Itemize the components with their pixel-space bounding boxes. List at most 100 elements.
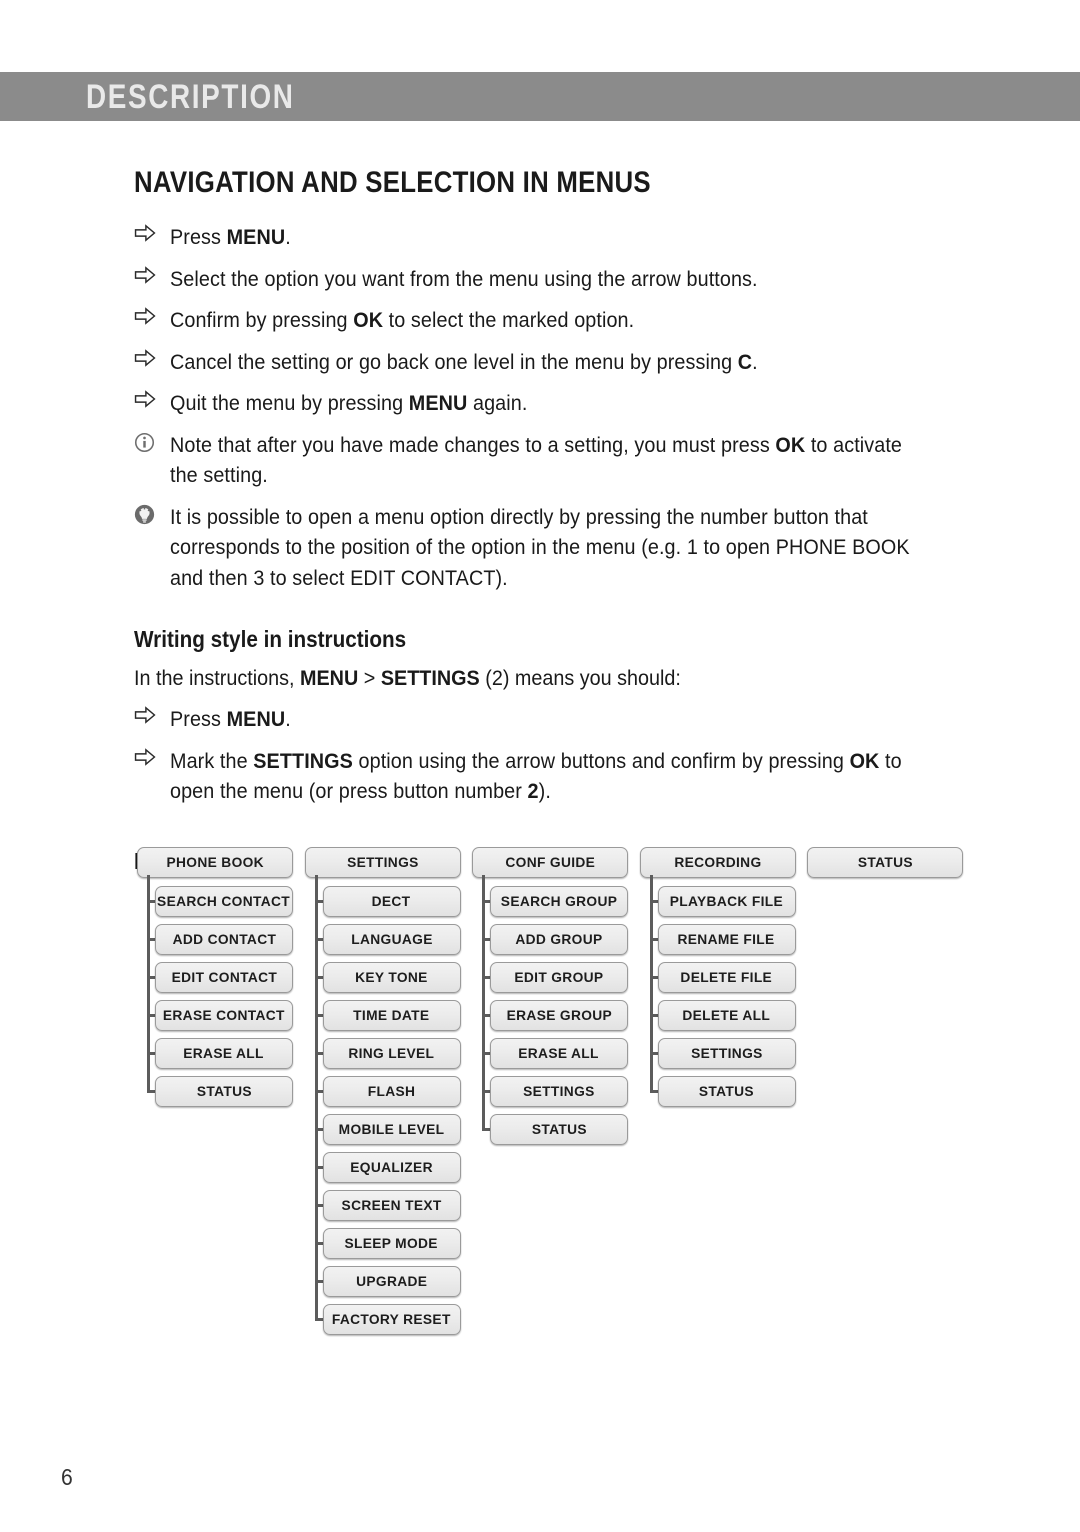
info-icon [134, 432, 155, 452]
menu-tree-child-node[interactable]: ADD CONTACT [155, 924, 293, 955]
menu-tree-child-node[interactable]: ADD GROUP [490, 924, 628, 955]
menu-tree-node-label: LANGUAGE [350, 931, 433, 948]
menu-tree-node-label: SETTINGS [346, 854, 419, 871]
menu-tree-node-label: ERASE ALL [183, 1045, 265, 1062]
tip-icon-wrap [134, 502, 170, 525]
menu-tree-node-label: RECORDING [673, 854, 762, 871]
writing-style-step-item: Mark the SETTINGS option using the arrow… [134, 746, 994, 807]
menu-tree-child-node[interactable]: FACTORY RESET [322, 1304, 461, 1335]
writing-style-heading: Writing style in instructions [134, 626, 407, 653]
writing-style-step-text: Mark the SETTINGS option using the arrow… [170, 748, 902, 804]
menu-tree-child-node[interactable]: EQUALIZER [322, 1152, 461, 1183]
menu-tree-child-node[interactable]: KEY TONE [322, 962, 461, 993]
menu-tree-node-label: CONF GUIDE [505, 854, 595, 871]
menu-tree-node-label: DECT [372, 893, 411, 910]
menu-tree-connector-line [649, 875, 653, 1093]
navigation-step-item: It is possible to open a menu option dir… [134, 502, 994, 594]
menu-tree-node-label: DELETE FILE [680, 969, 773, 986]
menu-tree-child-node[interactable]: RENAME FILE [657, 924, 796, 955]
menu-tree-child-node[interactable]: UPGRADE [322, 1266, 461, 1297]
menu-tree-parent-node[interactable]: PHONE BOOK [137, 847, 293, 878]
menu-tree-node-label: STATUS [698, 1083, 755, 1100]
navigation-step-item: Note that after you have made changes to… [134, 430, 994, 491]
menu-tree-child-node[interactable]: ERASE ALL [155, 1038, 293, 1069]
menu-tree-parent-node[interactable]: RECORDING [639, 847, 796, 878]
menu-tree-child-node[interactable]: DELETE ALL [657, 1000, 796, 1031]
menu-tree-node-label: SLEEP MODE [344, 1235, 439, 1252]
menu-tree-child-node[interactable]: ERASE CONTACT [155, 1000, 293, 1031]
navigation-step-item: Cancel the setting or go back one level … [134, 347, 994, 378]
menu-tree-node-label: EQUALIZER [350, 1159, 433, 1176]
menu-tree-node-label: ADD GROUP [515, 931, 603, 948]
arrow-icon [134, 706, 156, 725]
navigation-step-text: Confirm by pressing OK to select the mar… [170, 308, 635, 333]
arrow-icon-wrap [134, 222, 170, 242]
menu-tree-node-label: PLAYBACK FILE [669, 893, 784, 910]
menu-tree-node-label: SETTINGS [690, 1045, 763, 1062]
tip-icon [134, 504, 155, 524]
menu-tree-child-node[interactable]: SETTINGS [657, 1038, 796, 1069]
navigation-step-item: Press MENU. [134, 222, 994, 253]
writing-style-steps-list: Press MENU. Mark the SETTINGS option usin… [134, 704, 994, 807]
menu-tree-node-label: MOBILE LEVEL [338, 1121, 445, 1138]
menu-tree-child-node[interactable]: LANGUAGE [322, 924, 461, 955]
navigation-step-text: Select the option you want from the menu… [170, 266, 758, 291]
arrow-icon-wrap [134, 347, 170, 367]
navigation-step-item: Select the option you want from the menu… [134, 264, 994, 295]
arrow-icon-wrap [134, 746, 170, 766]
menu-tree-child-node[interactable]: RING LEVEL [322, 1038, 461, 1069]
menu-tree-node-label: ERASE CONTACT [163, 1007, 285, 1024]
menu-tree-node-label: EDIT CONTACT [171, 969, 277, 986]
arrow-icon-wrap [134, 305, 170, 325]
menu-tree-child-node[interactable]: EDIT CONTACT [155, 962, 293, 993]
menu-tree-node-label: SETTINGS [523, 1083, 595, 1100]
menu-tree-node-label: RENAME FILE [677, 931, 775, 948]
menu-tree-node-label: EDIT GROUP [514, 969, 604, 986]
navigation-step-text: Cancel the setting or go back one level … [170, 349, 758, 374]
arrow-icon [134, 748, 156, 766]
menu-tree-node-label: FACTORY RESET [332, 1311, 451, 1328]
arrow-icon [134, 224, 156, 242]
info-icon-wrap [134, 430, 170, 453]
menu-tree-child-node[interactable]: ERASE GROUP [490, 1000, 628, 1031]
menu-tree-child-node[interactable]: SCREEN TEXT [322, 1190, 461, 1221]
menu-tree-child-node[interactable]: EDIT GROUP [490, 962, 628, 993]
menu-tree-child-node[interactable]: DELETE FILE [657, 962, 796, 993]
menu-tree-child-node[interactable]: SLEEP MODE [322, 1228, 461, 1259]
writing-style-step-item: Press MENU. [134, 704, 994, 735]
menu-tree-parent-node[interactable]: STATUS [807, 847, 963, 878]
menu-tree-child-node[interactable]: STATUS [657, 1076, 796, 1107]
menu-tree-node-label: STATUS [857, 854, 913, 871]
menu-tree-node-label: PHONE BOOK [166, 854, 264, 871]
menu-tree-child-node[interactable]: SEARCH GROUP [490, 886, 628, 917]
menu-tree-node-label: ADD CONTACT [172, 931, 276, 948]
menu-tree-child-node[interactable]: PLAYBACK FILE [657, 886, 796, 917]
menu-tree-node-label: FLASH [367, 1083, 416, 1100]
menu-tree-child-node[interactable]: ERASE ALL [490, 1038, 628, 1069]
menu-tree-diagram: PHONE BOOK SEARCH CONTACT ADD CONTACT EDIT … [134, 847, 1034, 1367]
menu-tree-node-label: STATUS [531, 1121, 587, 1138]
menu-tree-child-node[interactable]: MOBILE LEVEL [322, 1114, 461, 1145]
arrow-icon-wrap [134, 704, 170, 725]
menu-tree-parent-node[interactable]: SETTINGS [304, 847, 461, 878]
menu-tree-node-label: SCREEN TEXT [341, 1197, 442, 1214]
page-number: 6 [61, 1464, 73, 1490]
menu-tree-child-node[interactable]: STATUS [155, 1076, 293, 1107]
navigation-step-text: Quit the menu by pressing MENU again. [170, 391, 528, 416]
navigation-step-item: Quit the menu by pressing MENU again. [134, 388, 994, 419]
menu-tree-node-label: DELETE ALL [682, 1007, 771, 1024]
menu-tree-child-node[interactable]: DECT [322, 886, 461, 917]
menu-tree-node-label: ERASE GROUP [506, 1007, 612, 1024]
arrow-icon [134, 307, 156, 325]
menu-tree-child-node[interactable]: STATUS [490, 1114, 628, 1145]
menu-tree-child-node[interactable]: FLASH [322, 1076, 461, 1107]
menu-tree-node-label: SEARCH CONTACT [157, 893, 291, 910]
menu-tree-connector-line [314, 875, 318, 1321]
navigation-step-text: Press MENU. [170, 225, 291, 249]
menu-tree-child-node[interactable]: SETTINGS [490, 1076, 628, 1107]
menu-tree-child-node[interactable]: SEARCH CONTACT [155, 886, 293, 917]
menu-tree-child-node[interactable]: TIME DATE [322, 1000, 461, 1031]
menu-tree-node-label: KEY TONE [355, 969, 428, 986]
menu-tree-parent-node[interactable]: CONF GUIDE [472, 847, 628, 878]
menu-tree-node-label: STATUS [196, 1083, 252, 1100]
